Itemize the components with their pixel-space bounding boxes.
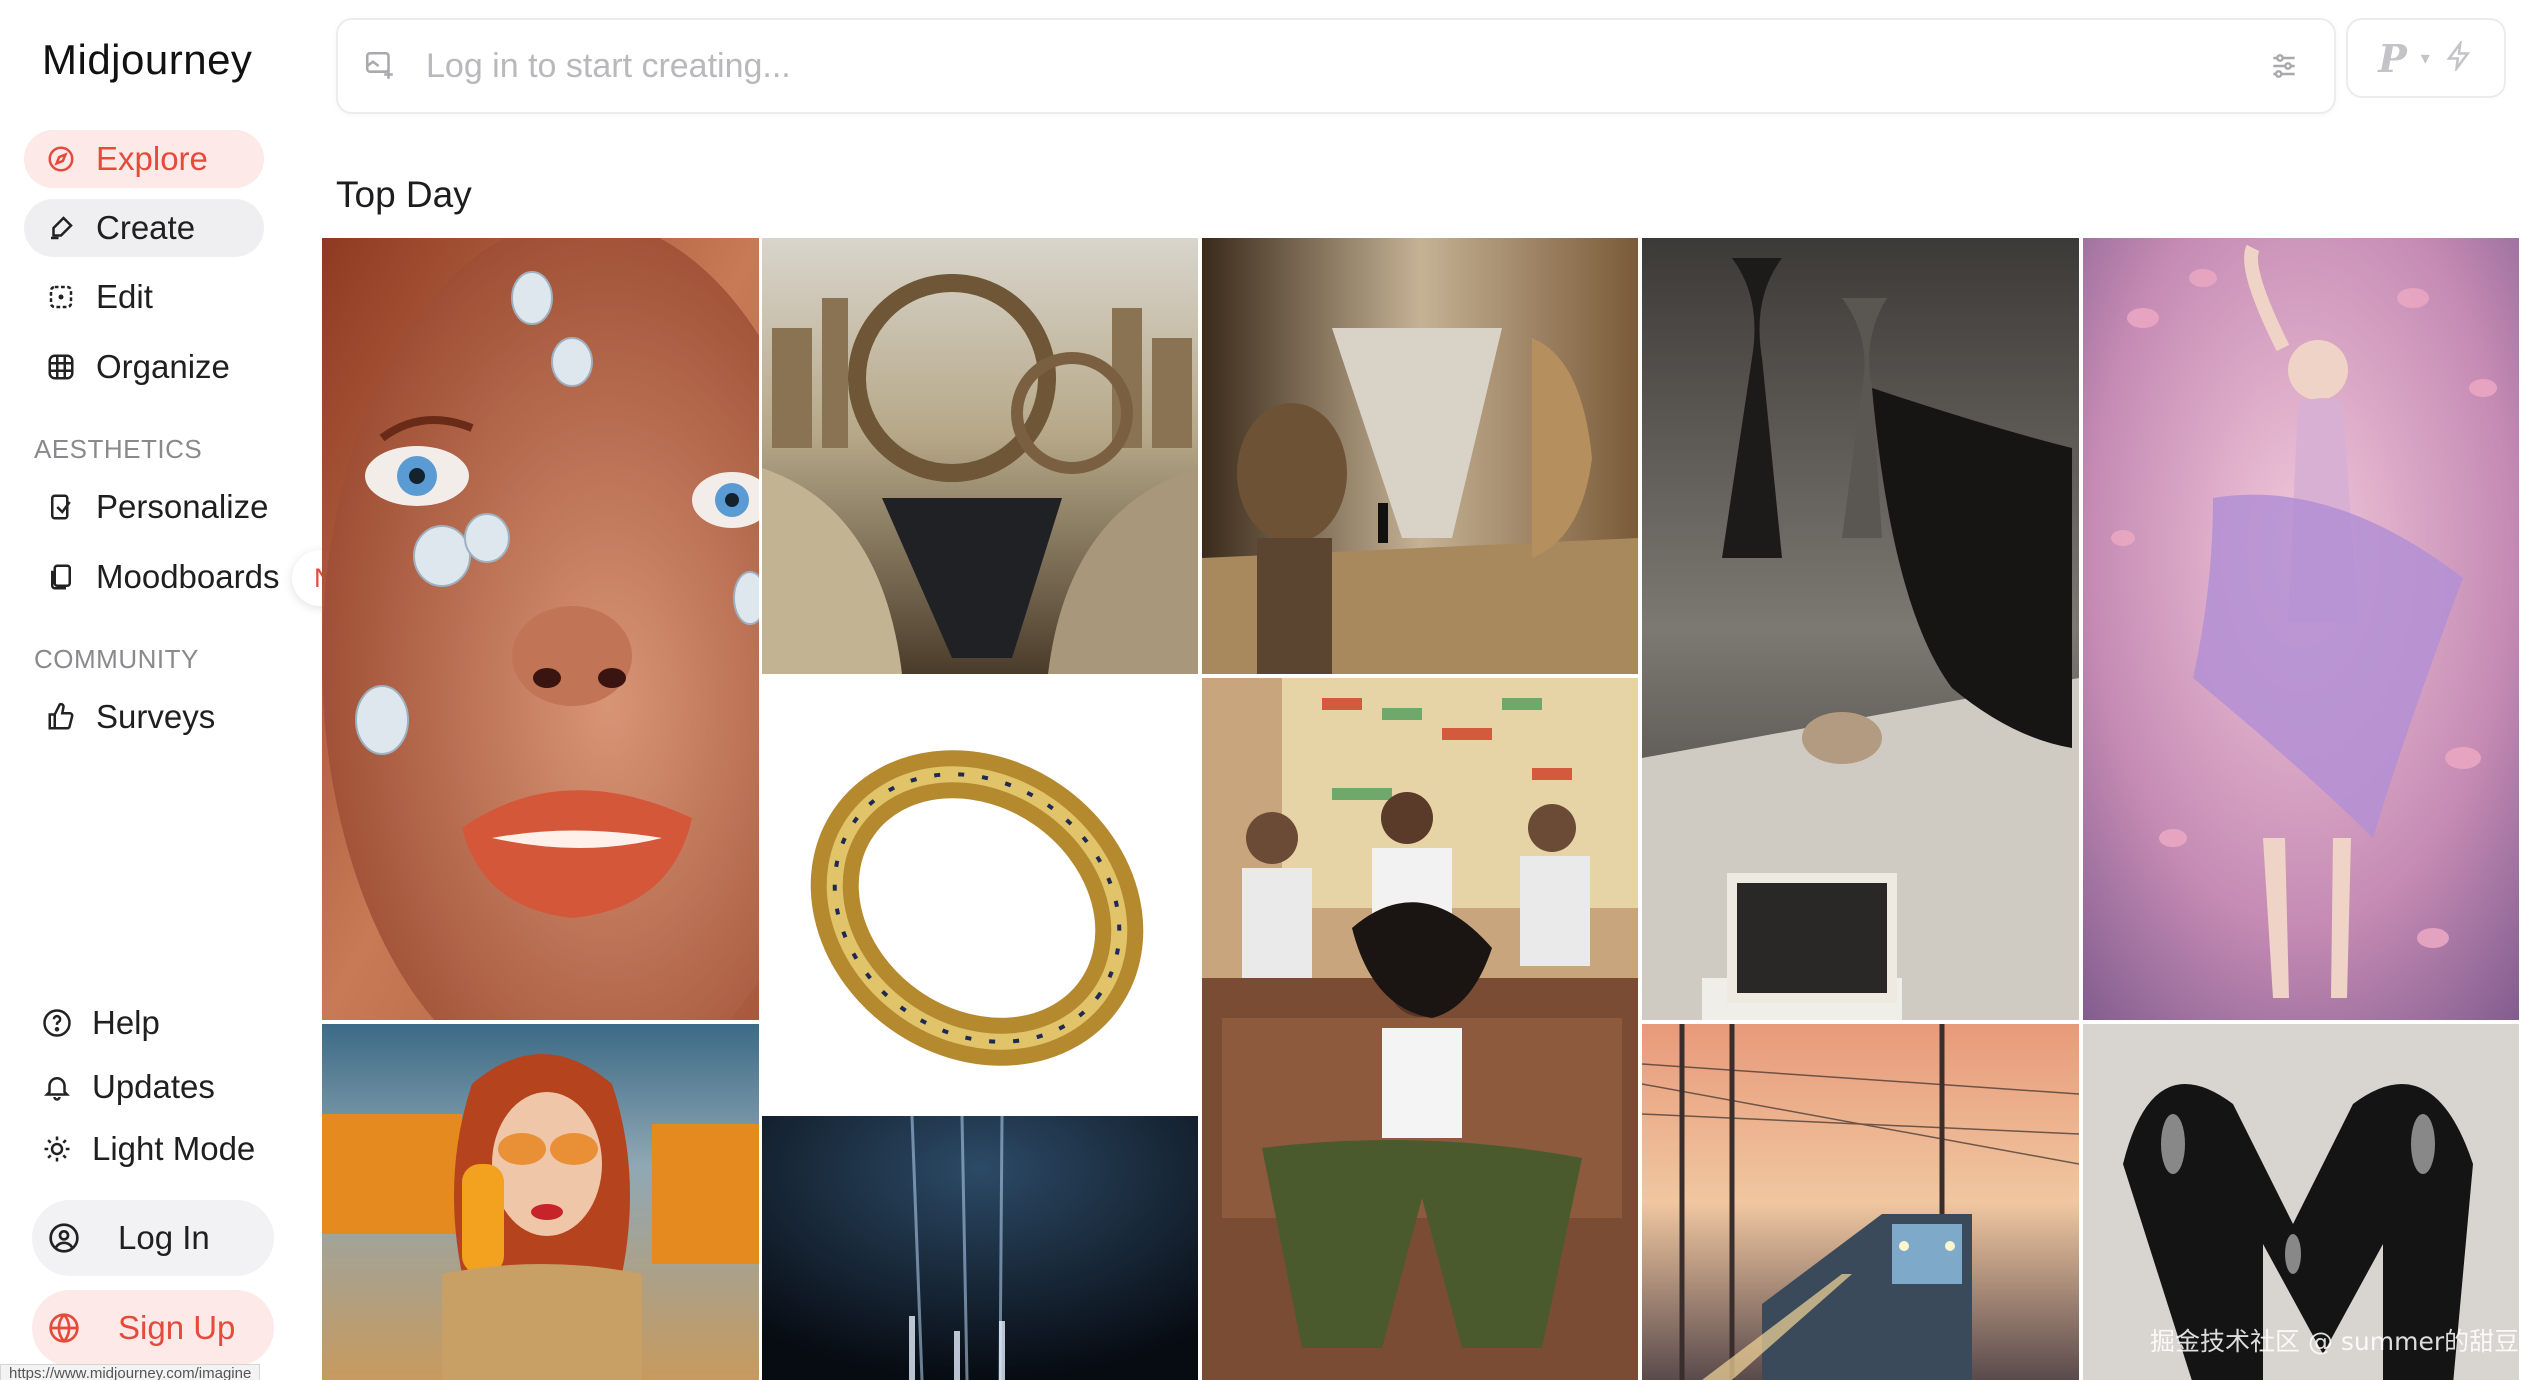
nav-explore-label: Explore xyxy=(96,140,208,177)
gallery-item-freckled-face[interactable] xyxy=(322,238,759,1020)
nav-organize-label: Organize xyxy=(96,348,230,385)
gallery-image xyxy=(1642,1024,2079,1380)
gallery-image xyxy=(1202,678,1638,1380)
gallery-image xyxy=(762,678,1198,1112)
settings-sliders-icon[interactable] xyxy=(2264,46,2304,86)
bell-icon xyxy=(40,1070,74,1104)
gallery-image xyxy=(2083,238,2519,1020)
updates-label: Updates xyxy=(92,1068,215,1105)
lightning-icon[interactable] xyxy=(2444,38,2474,76)
login-button[interactable]: Log In xyxy=(32,1200,274,1276)
app-window: Midjourney Explore Create Edit Organize xyxy=(0,0,2535,1380)
nav-surveys-label: Surveys xyxy=(96,698,216,735)
gallery-item-light-beams[interactable] xyxy=(762,1116,1198,1380)
light-mode-toggle[interactable]: Light Mode xyxy=(40,1130,255,1168)
profile-mode-label: P xyxy=(2378,35,2407,81)
sidebar: Midjourney Explore Create Edit Organize xyxy=(0,0,398,1380)
gallery-item-redhead-popsicle[interactable] xyxy=(322,1024,759,1380)
gallery-item-train-sunset[interactable] xyxy=(1642,1024,2079,1380)
globe-icon xyxy=(46,1310,82,1346)
gallery-item-pink-ballerina[interactable] xyxy=(2083,238,2519,1020)
gallery-item-fantasy-city[interactable] xyxy=(762,238,1198,674)
moodboard-icon xyxy=(44,560,78,594)
thumbs-up-icon xyxy=(44,700,78,734)
section-aesthetics: AESTHETICS xyxy=(34,434,203,464)
signup-button[interactable]: Sign Up xyxy=(32,1290,274,1366)
updates-link[interactable]: Updates xyxy=(40,1068,215,1106)
chevron-down-icon: ▾ xyxy=(2420,47,2430,68)
signup-label: Sign Up xyxy=(118,1309,236,1346)
help-label: Help xyxy=(92,1004,160,1041)
gallery-item-museum-hall[interactable] xyxy=(1202,238,1638,674)
nav-edit[interactable]: Edit xyxy=(24,268,264,326)
nav-create-label: Create xyxy=(96,209,196,246)
nav-personalize-label: Personalize xyxy=(96,488,269,525)
nav-moodboards[interactable]: Moodboards xyxy=(24,548,304,606)
sun-icon xyxy=(40,1132,74,1166)
nav-personalize[interactable]: Personalize xyxy=(24,478,294,536)
help-icon xyxy=(40,1006,74,1040)
gallery-item-comic-woman[interactable] xyxy=(1202,678,1638,1380)
nav-explore[interactable]: Explore xyxy=(24,130,264,188)
nav-moodboards-label: Moodboards xyxy=(96,558,280,595)
nav-edit-label: Edit xyxy=(96,278,153,315)
status-url: https://www.midjourney.com/imagine xyxy=(0,1364,261,1380)
gallery-image xyxy=(762,238,1198,674)
gallery-image xyxy=(762,1116,1198,1380)
light-mode-label: Light Mode xyxy=(92,1130,256,1167)
gallery-image xyxy=(322,1024,759,1380)
brand-logo[interactable]: Midjourney xyxy=(42,36,252,84)
grid-icon xyxy=(44,350,78,384)
brush-icon xyxy=(44,211,78,245)
edit-canvas-icon xyxy=(44,280,78,314)
gallery-image xyxy=(1202,238,1638,674)
help-link[interactable]: Help xyxy=(40,1004,160,1042)
gallery-item-fashion-designer[interactable] xyxy=(1642,238,2079,1020)
section-community: COMMUNITY xyxy=(34,644,199,674)
prompt-input[interactable] xyxy=(426,46,2264,86)
watermark: 掘金技术社区 @ summer的甜豆 xyxy=(2150,1327,2520,1356)
gallery-item-golden-bangle[interactable] xyxy=(762,678,1198,1112)
compass-icon xyxy=(44,142,78,176)
nav-create[interactable]: Create xyxy=(24,199,264,257)
mode-selector[interactable]: P ▾ xyxy=(2346,18,2506,98)
nav-organize[interactable]: Organize xyxy=(24,338,264,396)
login-label: Log In xyxy=(118,1219,210,1256)
gallery-image xyxy=(322,238,759,1020)
nav-surveys[interactable]: Surveys xyxy=(24,688,264,746)
prompt-bar xyxy=(336,18,2336,114)
gallery-image xyxy=(1642,238,2079,1020)
image-add-icon[interactable] xyxy=(360,46,400,86)
user-circle-icon xyxy=(46,1220,82,1256)
personalize-icon xyxy=(44,490,78,524)
section-title: Top Day xyxy=(336,174,472,215)
